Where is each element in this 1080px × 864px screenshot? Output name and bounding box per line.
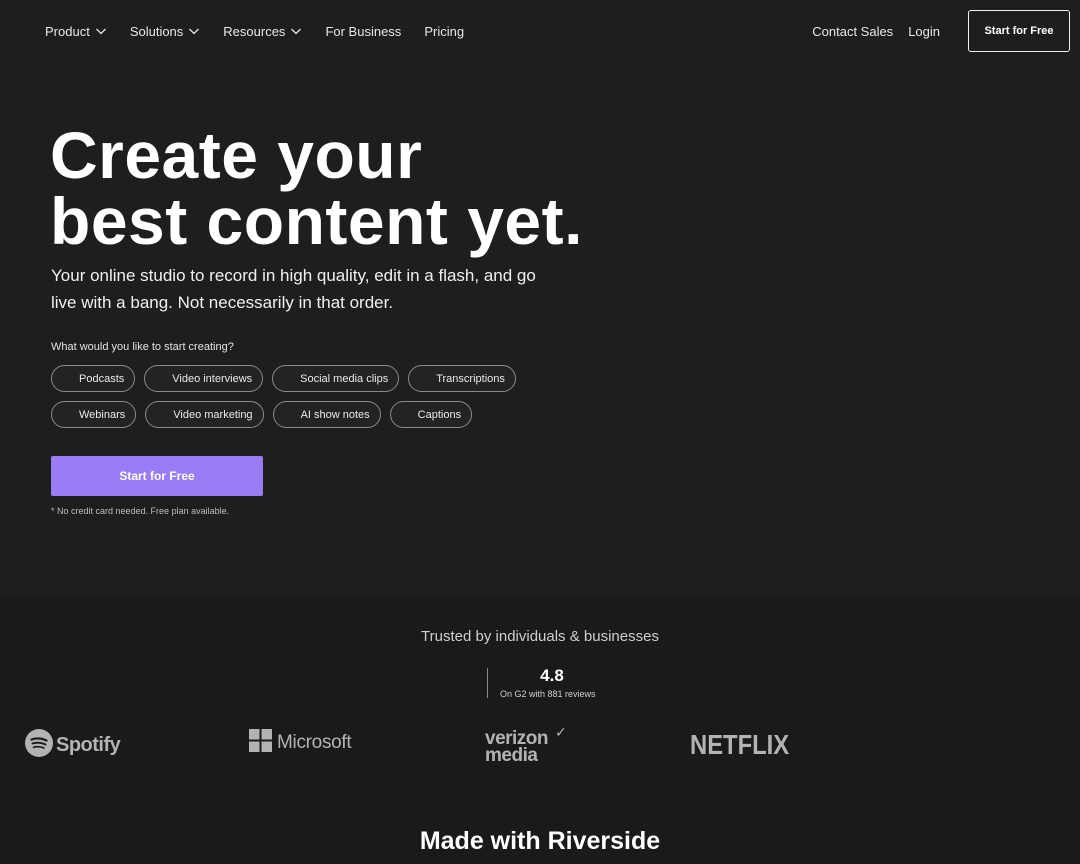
chip-podcasts[interactable]: Podcasts: [51, 365, 136, 392]
netflix-logo: NETFLIX: [690, 729, 807, 761]
g2-rating-meta: On G2 with 881 reviews: [500, 689, 596, 699]
spotify-icon: [25, 729, 53, 762]
chip-video-interviews[interactable]: Video interviews: [144, 365, 264, 392]
cta-note: * No credit card needed. Free plan avail…: [51, 506, 230, 516]
spotify-wordmark: Spotify: [56, 734, 121, 756]
nav-item-product[interactable]: Product: [45, 24, 107, 39]
nav-item-label: Solutions: [129, 23, 184, 39]
top-nav: Product Solutions Resources For Business…: [0, 0, 1080, 62]
checkmark-icon: ✓: [555, 724, 567, 740]
content-type-chips: Podcasts Video interviews Social media c…: [51, 365, 525, 437]
spotify-logo: Spotify: [25, 729, 121, 762]
chip-row-1: Podcasts Video interviews Social media c…: [51, 365, 525, 392]
contact-sales-link[interactable]: Contact Sales: [812, 24, 893, 39]
nav-item-solutions[interactable]: Solutions: [130, 24, 200, 39]
chip-row-2: Webinars Video marketing AI show notes C…: [51, 401, 525, 428]
made-with-heading: Made with Riverside: [419, 827, 661, 855]
microsoft-icon: [249, 729, 272, 757]
rating-divider: [487, 668, 488, 698]
trust-title: Trusted by individuals & businesses: [421, 628, 659, 645]
nav-actions: Contact Sales Login Start for Free: [812, 10, 1070, 52]
nav-item-label: Resources: [223, 23, 286, 39]
netflix-wordmark: NETFLIX: [690, 729, 790, 760]
nav-item-pricing[interactable]: Pricing: [424, 24, 464, 39]
chevron-down-icon: [95, 25, 107, 37]
nav-item-label: Product: [45, 23, 90, 39]
chevron-down-icon: [290, 25, 302, 37]
hero-title-line-1: Create your: [50, 118, 423, 192]
landing-page: Product Solutions Resources For Business…: [0, 0, 1080, 864]
nav-item-label: For Business: [325, 23, 402, 39]
chip-social-media-clips[interactable]: Social media clips: [272, 365, 400, 392]
chip-captions[interactable]: Captions: [389, 401, 473, 428]
nav-menu: Product Solutions Resources For Business…: [45, 0, 487, 62]
chevron-down-icon: [188, 25, 200, 37]
microsoft-wordmark: Microsoft: [277, 732, 352, 753]
login-link[interactable]: Login: [908, 24, 940, 39]
microsoft-logo: Microsoft: [249, 729, 352, 757]
trust-section: Trusted by individuals & businesses 4.8 …: [0, 598, 1080, 864]
chip-transcriptions[interactable]: Transcriptions: [408, 365, 516, 392]
g2-rating: 4.8: [540, 666, 564, 685]
hero-start-free-button[interactable]: Start for Free: [51, 456, 263, 496]
creation-prompt: What would you like to start creating?: [51, 341, 234, 353]
nav-item-resources[interactable]: Resources: [223, 24, 302, 39]
media-wordmark: media: [485, 745, 538, 766]
chip-webinars[interactable]: Webinars: [51, 401, 137, 428]
hero-title: Create your best content yet.: [50, 122, 670, 254]
chip-ai-show-notes[interactable]: AI show notes: [272, 401, 381, 428]
hero-title-line-2: best content yet.: [50, 184, 583, 258]
hero-subtitle: Your online studio to record in high qua…: [51, 266, 536, 312]
verizon-media-logo: verizon ✓ media: [485, 724, 567, 766]
nav-item-label: Pricing: [424, 23, 465, 39]
chip-video-marketing[interactable]: Video marketing: [145, 401, 264, 428]
nav-item-for-business[interactable]: For Business: [325, 24, 401, 39]
nav-start-free-button[interactable]: Start for Free: [968, 10, 1070, 52]
